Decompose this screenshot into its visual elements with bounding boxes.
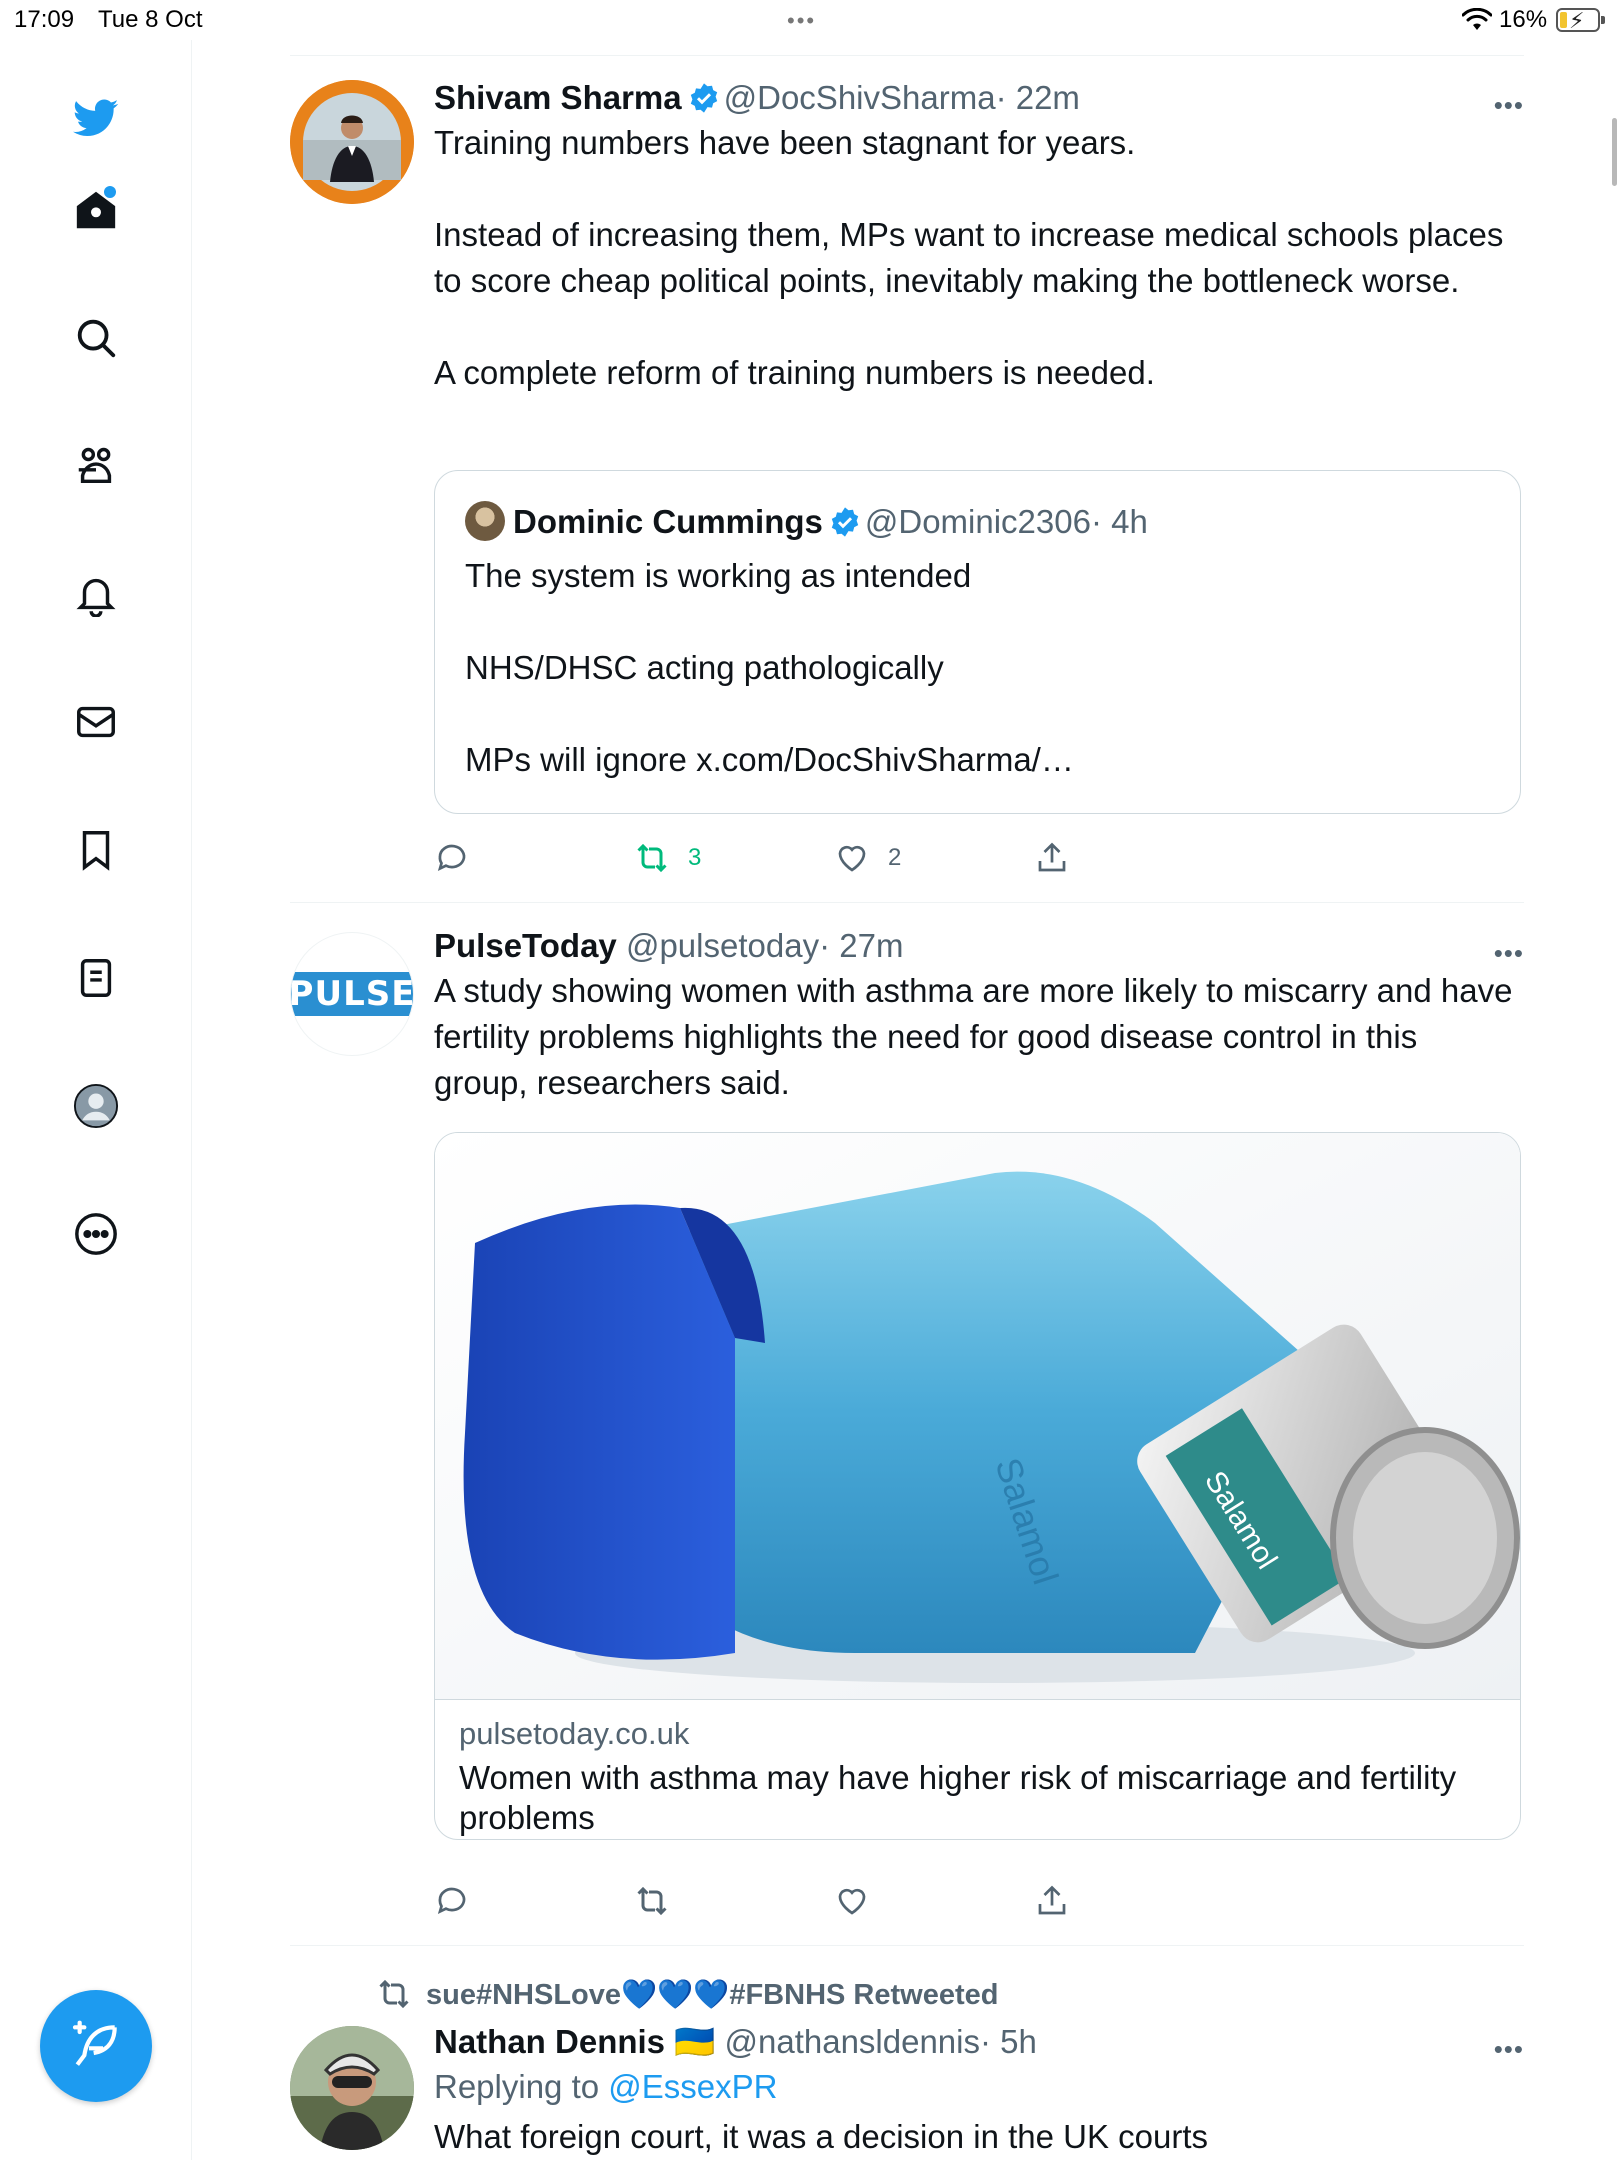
replying-to-label: Replying to: [434, 2068, 600, 2105]
tweet-divider: [290, 1945, 1524, 1946]
tweet[interactable]: Shivam Sharma @DocShivSharma· 22m ••• Tra…: [290, 78, 1524, 898]
side-navigation: [0, 40, 192, 2160]
author-handle[interactable]: @nathansldennis: [724, 2023, 980, 2060]
tweet-more-icon[interactable]: •••: [1494, 90, 1524, 121]
tweet-more-icon[interactable]: •••: [1494, 2034, 1524, 2065]
quoted-tweet-header: Dominic Cummings @Dominic2306· 4h: [465, 501, 1148, 542]
inhaler-image: Salamol Salamol: [435, 1133, 1520, 1699]
battery-icon: ⚡: [1556, 8, 1605, 33]
home-icon[interactable]: [66, 180, 126, 240]
reply-button[interactable]: [434, 1878, 488, 1924]
messages-envelope-icon[interactable]: [66, 692, 126, 752]
compose-tweet-button[interactable]: [40, 1990, 152, 2102]
like-count: 2: [888, 844, 902, 871]
tweet[interactable]: PULSE PulseToday @pulsetoday· 27m ••• A …: [290, 926, 1524, 1926]
tweet-actions: 3 2: [434, 835, 1134, 881]
avatar[interactable]: [290, 80, 414, 204]
share-button[interactable]: [1034, 835, 1088, 881]
more-options-icon[interactable]: [66, 1204, 126, 1264]
author-handle[interactable]: @DocShivSharma: [724, 79, 996, 116]
flag-icon: 🇺🇦: [674, 2023, 716, 2060]
quoted-tweet[interactable]: Dominic Cummings @Dominic2306· 4h The sys…: [434, 470, 1521, 814]
tweet-more-icon[interactable]: •••: [1494, 938, 1524, 969]
status-date: Tue 8 Oct: [98, 6, 203, 33]
retweeted-by-text: sue#NHSLove💙💙💙#FBNHS Retweeted: [426, 1979, 999, 2011]
tweet-time[interactable]: · 5h: [980, 2023, 1037, 2060]
twitter-logo-icon[interactable]: [66, 88, 126, 148]
link-card-title: Women with asthma may have higher risk o…: [459, 1759, 1457, 1836]
heart-icon: [838, 845, 866, 872]
tweet-divider: [290, 902, 1524, 903]
avatar[interactable]: [290, 2026, 414, 2150]
retweet-icon: [637, 843, 667, 873]
avatar-photo: [290, 80, 414, 204]
share-icon: [1038, 1885, 1066, 1915]
compose-feather-icon: [72, 2020, 117, 2066]
lists-icon[interactable]: [66, 948, 126, 1008]
tweet-time[interactable]: · 27m: [819, 927, 903, 964]
tweet-time[interactable]: · 22m: [996, 79, 1080, 116]
tweet-text: A study showing women with asthma are mo…: [434, 972, 1522, 1101]
author-handle[interactable]: @pulsetoday: [626, 927, 819, 964]
link-card-meta: pulsetoday.co.uk Women with asthma may h…: [435, 1699, 1520, 1836]
retweet-button[interactable]: [634, 1878, 688, 1924]
link-card-domain: pulsetoday.co.uk: [459, 1716, 690, 1751]
replying-to: Replying to @EssexPR: [434, 2068, 1524, 2106]
notifications-bell-icon[interactable]: [66, 564, 126, 624]
pulse-logo: PULSE: [291, 972, 413, 1016]
author-name[interactable]: Shivam Sharma: [434, 79, 682, 116]
wifi-icon: [1462, 8, 1492, 30]
tweet-header: PulseToday @pulsetoday· 27m: [434, 926, 1524, 966]
author-name[interactable]: Nathan Dennis: [434, 2023, 665, 2060]
retweet-count: 3: [688, 844, 702, 871]
avatar-photo: [290, 2026, 414, 2150]
timeline-top-divider: [290, 55, 1524, 56]
quoted-author-avatar: [465, 501, 505, 541]
battery-percent: 16%: [1499, 6, 1548, 33]
home-notification-dot: [104, 186, 116, 198]
quoted-tweet-time: · 4h: [1090, 503, 1148, 540]
like-button[interactable]: [834, 1878, 888, 1924]
tweet-text: What foreign court, it was a decision in…: [434, 2118, 1209, 2155]
retweet-icon: [637, 1886, 667, 1916]
quoted-author-name: Dominic Cummings: [513, 503, 823, 540]
author-name[interactable]: PulseToday: [434, 927, 617, 964]
link-card[interactable]: Salamol Salamol pulsetoday.co.uk Women w…: [434, 1132, 1521, 1840]
verified-badge-icon: [690, 83, 717, 113]
heart-icon: [838, 1888, 866, 1915]
reply-icon: [437, 1887, 466, 1915]
tweet-header: Nathan Dennis 🇺🇦 @nathansldennis· 5h: [434, 2022, 1524, 2062]
status-bar: 17:09 Tue 8 Oct ••• 16% ⚡: [0, 0, 1620, 40]
status-time: 17:09: [14, 6, 75, 33]
share-icon: [1038, 842, 1066, 872]
tweet-text: Training numbers have been stagnant for …: [434, 124, 1504, 391]
tweet[interactable]: sue#NHSLove💙💙💙#FBNHS Retweeted Nathan De…: [290, 1970, 1524, 2160]
verified-badge-icon: [831, 507, 859, 537]
share-button[interactable]: [1034, 1878, 1088, 1924]
tweet-actions: [434, 1878, 1134, 1924]
reply-button[interactable]: [434, 835, 488, 881]
retweeted-by-context[interactable]: sue#NHSLove💙💙💙#FBNHS Retweeted: [376, 1976, 998, 2012]
explore-search-icon[interactable]: [66, 308, 126, 368]
profile-avatar-icon[interactable]: [66, 1076, 126, 1136]
link-card-image: Salamol Salamol: [435, 1133, 1520, 1699]
communities-icon[interactable]: [66, 436, 126, 496]
quoted-author-handle: @Dominic2306: [864, 503, 1091, 540]
tweet-header: Shivam Sharma @DocShivSharma· 22m: [434, 78, 1524, 118]
avatar[interactable]: PULSE: [290, 932, 414, 1056]
like-button[interactable]: 2: [834, 835, 901, 881]
reply-icon: [437, 844, 466, 872]
bookmarks-icon[interactable]: [66, 820, 126, 880]
scrollbar[interactable]: [1612, 118, 1617, 186]
retweet-button[interactable]: 3: [634, 835, 701, 881]
multitasking-dots-icon[interactable]: •••: [787, 8, 816, 34]
quoted-tweet-text: The system is working as intended NHS/DH…: [465, 557, 1074, 778]
retweet-icon: [379, 1979, 409, 2009]
replying-to-handle[interactable]: @EssexPR: [608, 2068, 777, 2105]
